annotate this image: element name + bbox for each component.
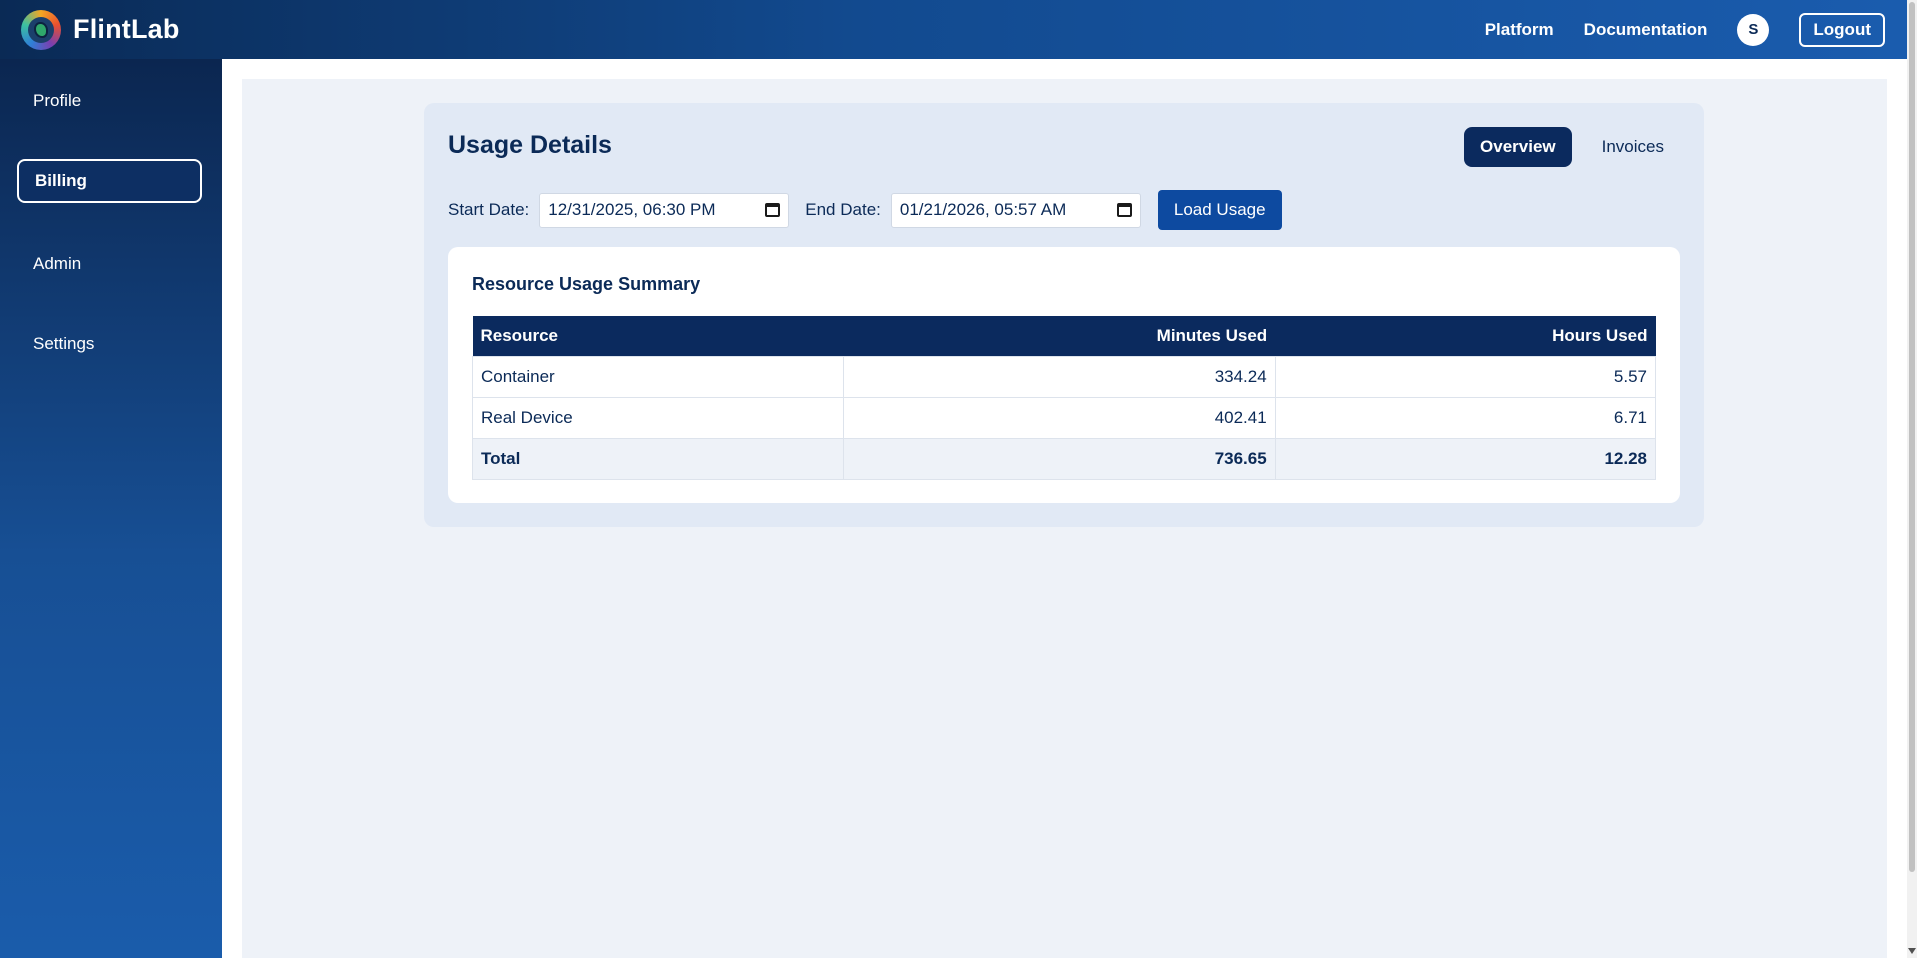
usage-tabs: Overview Invoices: [1464, 127, 1680, 167]
load-usage-button[interactable]: Load Usage: [1157, 190, 1282, 230]
sidebar-item-profile[interactable]: Profile: [17, 79, 202, 123]
cell-minutes: 402.41: [842, 396, 1276, 439]
calendar-icon[interactable]: [765, 203, 781, 217]
cell-resource: Real Device: [472, 396, 844, 439]
usage-table: Resource Minutes Used Hours Used Contain…: [472, 316, 1657, 480]
table-total-row: Total 736.65 12.28: [472, 437, 1657, 480]
sidebar-item-billing[interactable]: Billing: [17, 159, 202, 203]
sidebar-item-admin[interactable]: Admin: [17, 242, 202, 286]
summary-title: Resource Usage Summary: [472, 274, 701, 294]
main-content: Usage Details Overview Invoices Start Da…: [242, 79, 1887, 958]
start-date-input[interactable]: 12/31/2025, 06:30 PM: [539, 192, 790, 228]
cell-total-hours: 12.28: [1274, 437, 1657, 480]
scroll-down-arrow-icon[interactable]: [1908, 948, 1916, 954]
sidebar-item-settings[interactable]: Settings: [17, 322, 202, 366]
tab-overview[interactable]: Overview: [1464, 127, 1572, 167]
calendar-icon[interactable]: [1116, 203, 1132, 217]
brand-name: FlintLab: [73, 14, 180, 44]
start-date-value: 12/31/2025, 06:30 PM: [548, 200, 716, 219]
flintlab-logo-icon: [21, 9, 61, 50]
cell-total-label: Total: [472, 437, 844, 480]
nav-link-platform[interactable]: Platform: [1485, 20, 1554, 40]
cell-resource: Container: [472, 355, 844, 398]
top-nav: Platform Documentation S Logout: [1485, 12, 1885, 47]
top-header: FlintLab Platform Documentation S Logout: [0, 0, 1907, 59]
table-row: Container 334.24 5.57: [472, 355, 1657, 398]
end-date-value: 01/21/2026, 05:57 AM: [899, 200, 1067, 219]
brand[interactable]: FlintLab: [21, 9, 180, 50]
nav-link-documentation[interactable]: Documentation: [1584, 20, 1708, 40]
usage-details-card: Usage Details Overview Invoices Start Da…: [424, 103, 1704, 527]
table-row: Real Device 402.41 6.71: [472, 396, 1657, 439]
cell-hours: 5.57: [1274, 355, 1657, 398]
cell-hours: 6.71: [1274, 396, 1657, 439]
column-header-resource: Resource: [472, 316, 844, 356]
column-header-hours: Hours Used: [1275, 316, 1656, 356]
table-header-row: Resource Minutes Used Hours Used: [472, 316, 1656, 356]
end-date-input[interactable]: 01/21/2026, 05:57 AM: [890, 192, 1141, 228]
column-header-minutes: Minutes Used: [843, 316, 1276, 356]
sidebar: Profile Billing Admin Settings: [0, 59, 222, 958]
tab-invoices[interactable]: Invoices: [1586, 127, 1680, 167]
start-date-label: Start Date:: [448, 200, 530, 219]
end-date-label: End Date:: [805, 200, 881, 219]
date-filters: Start Date: 12/31/2025, 06:30 PM End Dat…: [448, 190, 1282, 230]
page-title: Usage Details: [448, 131, 612, 159]
cell-total-minutes: 736.65: [842, 437, 1276, 480]
scrollbar-thumb[interactable]: [1909, 2, 1915, 872]
logout-button[interactable]: Logout: [1799, 12, 1885, 47]
user-avatar[interactable]: S: [1737, 13, 1770, 46]
page-scrollbar[interactable]: [1907, 0, 1917, 958]
resource-usage-summary: Resource Usage Summary Resource Minutes …: [448, 247, 1680, 503]
cell-minutes: 334.24: [842, 355, 1276, 398]
